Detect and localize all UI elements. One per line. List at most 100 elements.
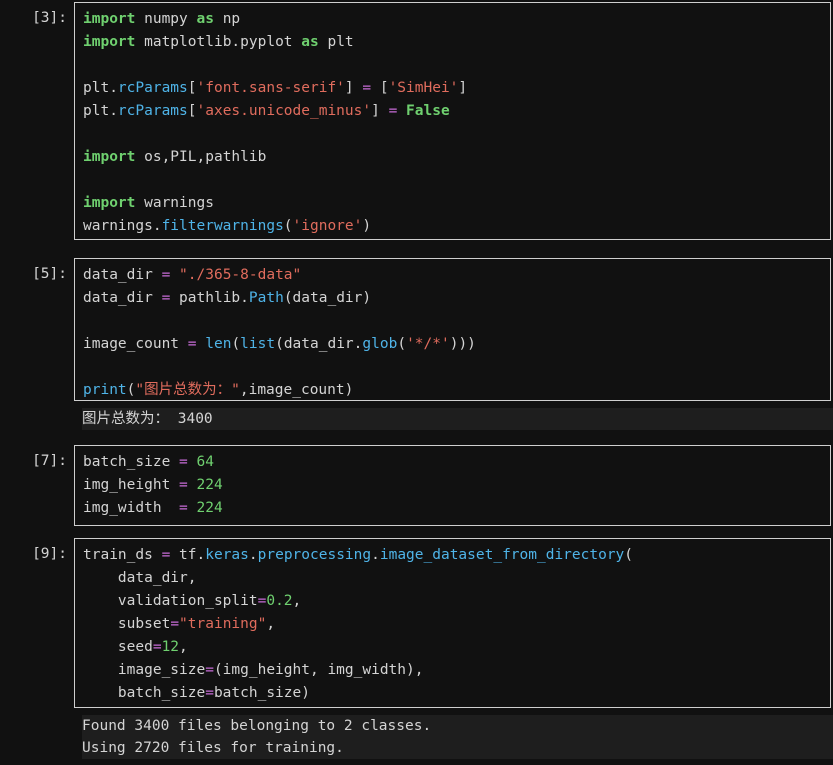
code-line: plt.rcParams['axes.unicode_minus'] = Fal… <box>83 100 830 123</box>
code-token: print <box>83 382 127 398</box>
code-token: data_dir <box>83 267 162 283</box>
code-token: plt. <box>83 80 118 96</box>
code-token: ] <box>458 80 468 96</box>
code-token: [ <box>371 80 389 96</box>
code-token: False <box>406 103 450 119</box>
code-token: = <box>179 500 188 516</box>
code-line: import matplotlib.pyplot as plt <box>83 31 830 54</box>
code-token: rcParams <box>117 80 188 96</box>
code-token: rcParams <box>117 103 188 119</box>
code-token: ( <box>397 336 407 352</box>
code-token: glob <box>362 336 398 352</box>
code-token: 'font.sans-serif' <box>196 80 345 96</box>
code-line: seed=12, <box>83 636 830 659</box>
code-line: subset="training", <box>83 613 830 636</box>
code-line: import os,PIL,pathlib <box>83 146 830 169</box>
code-token: , <box>292 593 302 609</box>
code-line: plt.rcParams['font.sans-serif'] = ['SimH… <box>83 77 830 100</box>
code-editor[interactable]: train_ds = tf.keras.preprocessing.image_… <box>74 538 831 708</box>
code-token: ))) <box>449 336 476 352</box>
cell-prompt: [3]: <box>32 10 67 26</box>
code-line: warnings.filterwarnings('ignore') <box>83 215 830 238</box>
code-token: data_dir <box>83 290 162 306</box>
code-token: "图片总数为：" <box>135 382 240 398</box>
code-token: "training" <box>179 616 267 632</box>
code-line: data_dir, <box>83 567 830 590</box>
code-token: ) <box>362 218 372 234</box>
code-token: 64 <box>196 454 214 470</box>
code-token: Path <box>248 290 284 306</box>
code-token: keras <box>205 547 249 563</box>
code-token: , <box>179 639 188 655</box>
cell-prompt: [5]: <box>32 266 67 282</box>
code-token: "./365-8-data" <box>179 267 302 283</box>
code-token: numpy <box>135 11 197 27</box>
code-token: image_count <box>83 336 188 352</box>
code-line: image_size=(img_height, img_width), <box>83 659 830 682</box>
code-token: import <box>83 34 136 50</box>
code-token: = <box>161 290 171 306</box>
code-token: plt <box>318 34 354 50</box>
code-line: batch_size = 64 <box>83 451 830 474</box>
cell-prompt: [9]: <box>32 546 67 562</box>
code-token: = <box>179 477 188 493</box>
code-token: len <box>205 336 232 352</box>
code-token: ( <box>231 336 241 352</box>
code-token: image_dataset_from_directory <box>379 547 625 563</box>
code-line: import numpy as np <box>83 8 830 31</box>
code-line: image_count = len(list(data_dir.glob('*/… <box>83 333 830 356</box>
code-token: '*/*' <box>406 336 450 352</box>
code-token: batch_size <box>83 454 180 470</box>
code-token: filterwarnings <box>161 218 284 234</box>
code-token: ] <box>371 103 389 119</box>
code-token: = <box>388 103 398 119</box>
code-token: . <box>248 547 258 563</box>
code-token: = <box>161 547 171 563</box>
code-token: import <box>83 195 136 211</box>
code-token: image_size <box>83 662 206 678</box>
code-token: as <box>301 34 319 50</box>
code-token: 'axes.unicode_minus' <box>196 103 372 119</box>
code-token: = <box>205 662 214 678</box>
code-token: subset <box>83 616 171 632</box>
code-line: validation_split=0.2, <box>83 590 830 613</box>
code-token: seed <box>83 639 153 655</box>
code-token: train_ds <box>83 547 162 563</box>
code-token: 224 <box>196 500 223 516</box>
code-editor[interactable]: data_dir = "./365-8-data" data_dir = path… <box>74 258 831 401</box>
code-token: warnings. <box>83 218 162 234</box>
code-token: as <box>196 11 214 27</box>
code-token: 0.2 <box>266 593 293 609</box>
code-token: 'ignore' <box>292 218 363 234</box>
code-line: data_dir = "./365-8-data" <box>83 264 830 287</box>
code-token: matplotlib.pyplot <box>135 34 302 50</box>
code-token: [ <box>187 80 197 96</box>
code-token: preprocessing <box>257 547 372 563</box>
code-token: = <box>170 616 180 632</box>
code-token: ( <box>283 218 293 234</box>
output-line: Found 3400 files belonging to 2 classes. <box>82 718 432 734</box>
code-token: (data_dir) <box>283 290 372 306</box>
output-line: 图片总数为： 3400 <box>82 411 213 427</box>
code-token: list <box>240 336 276 352</box>
code-editor[interactable]: import numpy as np import matplotlib.pypl… <box>74 2 831 240</box>
code-token: 'SimHei' <box>388 80 459 96</box>
code-token: os,PIL,pathlib <box>135 149 267 165</box>
cell-output: 图片总数为： 3400 <box>82 408 833 430</box>
code-token: plt. <box>83 103 118 119</box>
code-editor[interactable]: batch_size = 64 img_height = 224 img_width… <box>74 445 831 526</box>
code-token: tf. <box>170 547 206 563</box>
code-line: print("图片总数为：",image_count) <box>83 379 830 402</box>
code-line: img_width = 224 <box>83 497 830 520</box>
code-token: = <box>161 267 171 283</box>
code-token: . <box>371 547 380 563</box>
code-line: train_ds = tf.keras.preprocessing.image_… <box>83 544 830 567</box>
